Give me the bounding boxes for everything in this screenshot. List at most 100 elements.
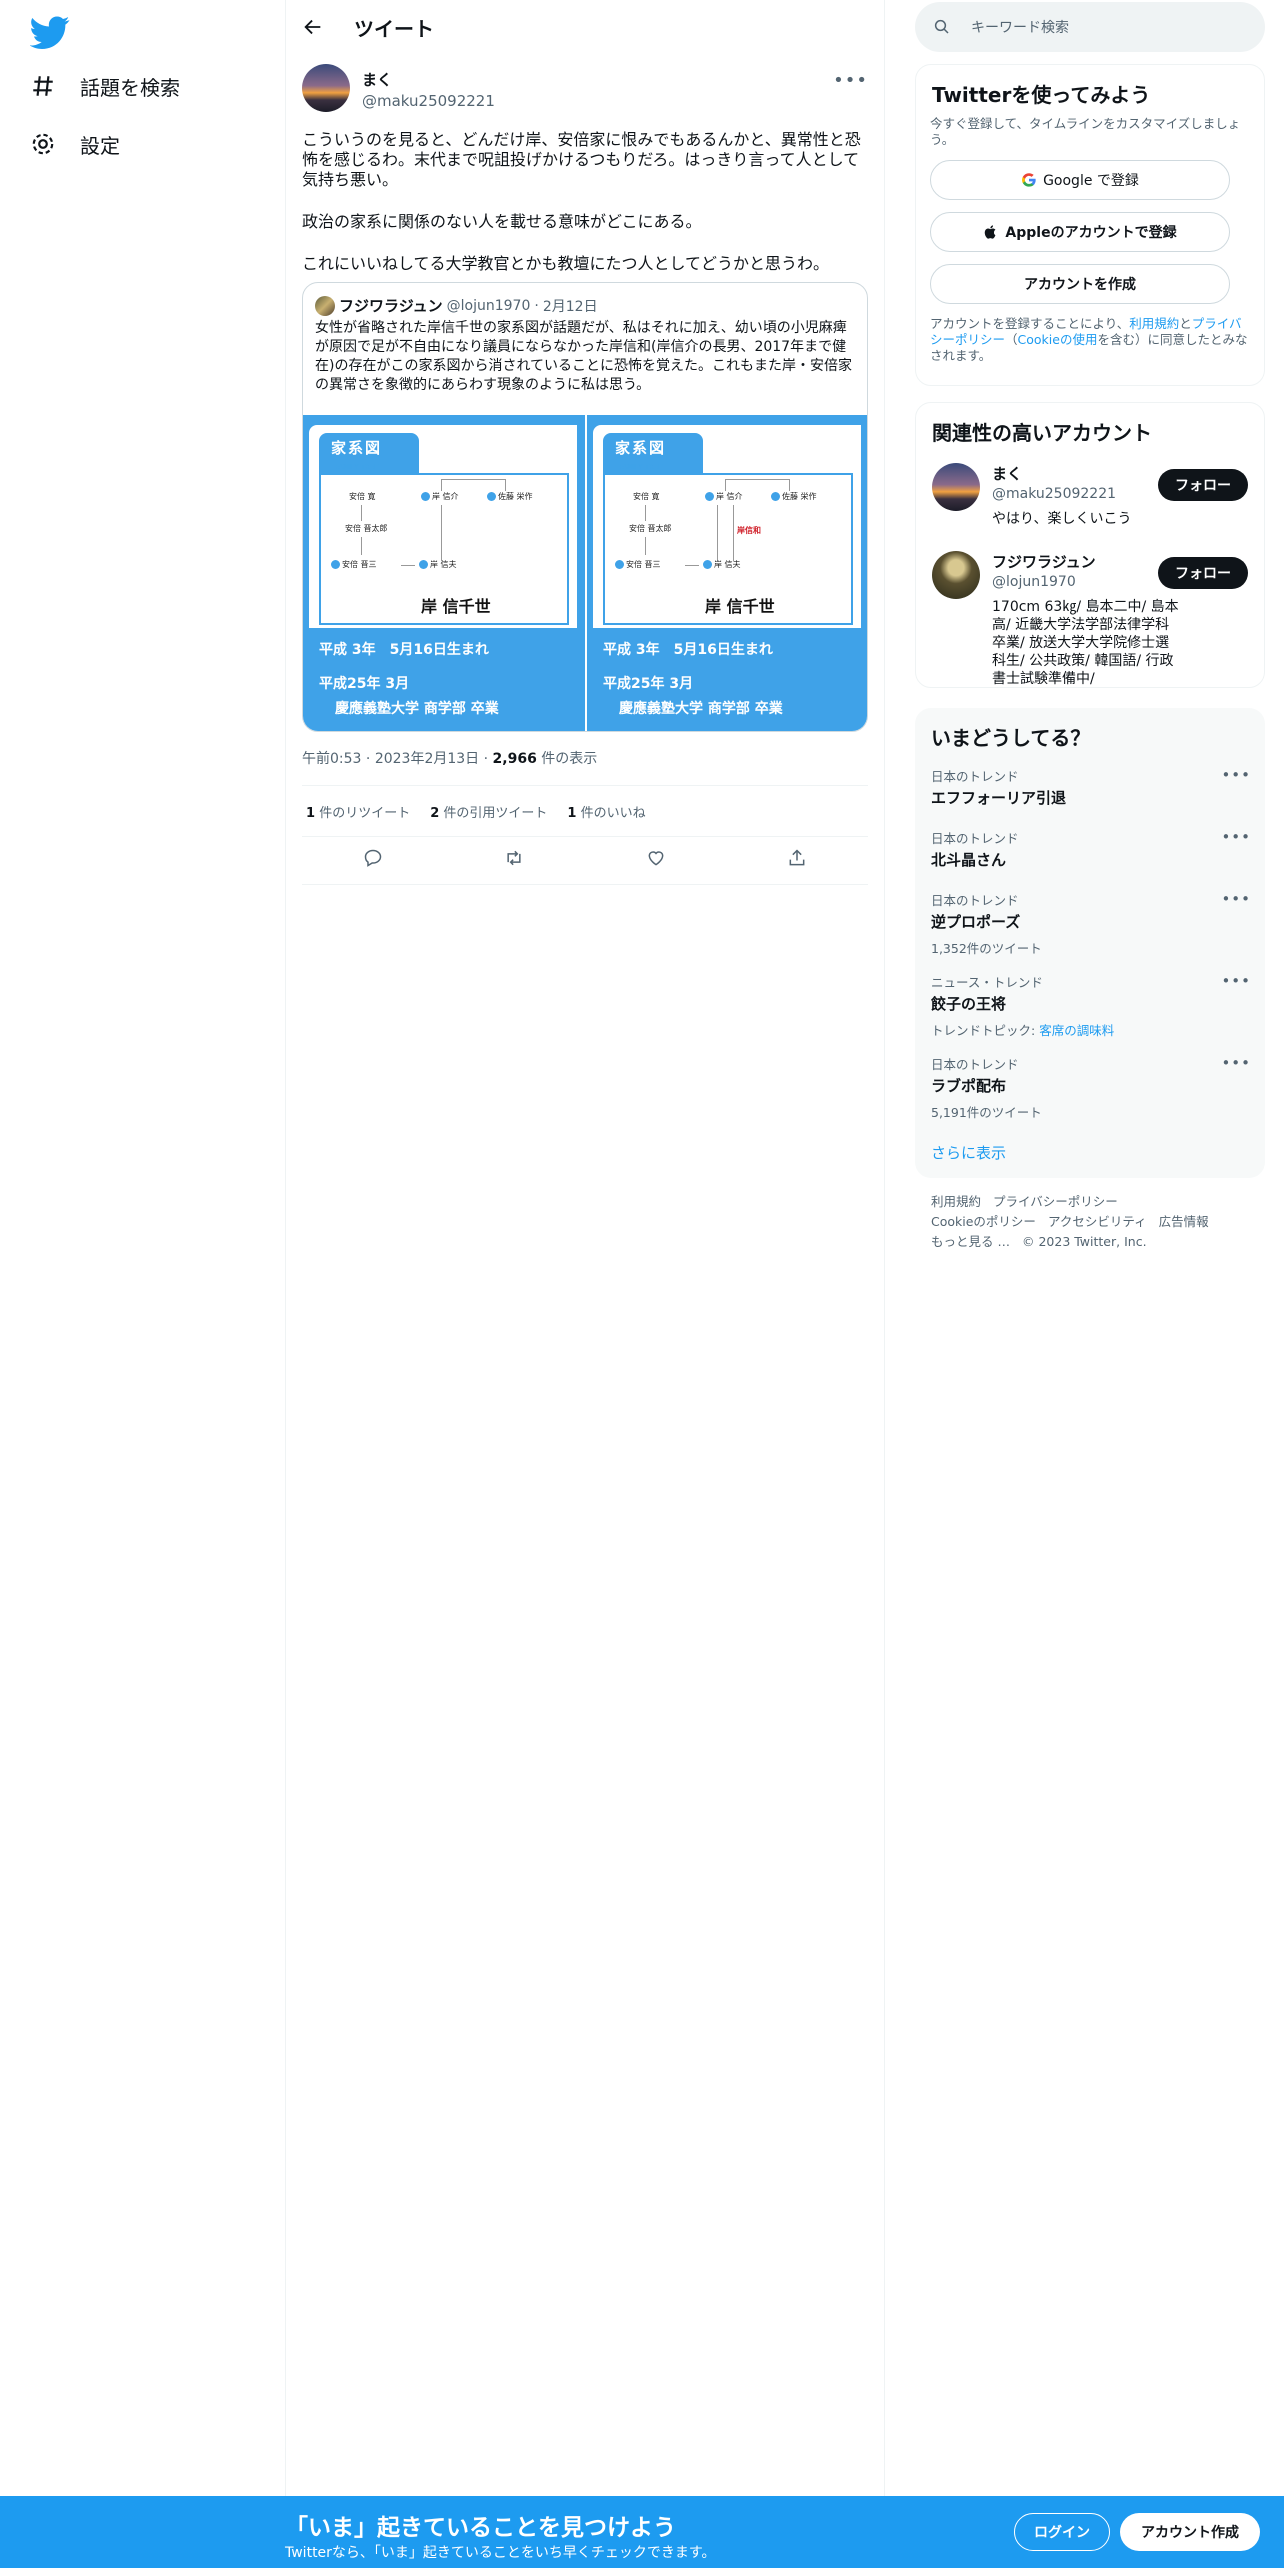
trend-topic-link[interactable]: 客席の調味料 — [1039, 1023, 1114, 1038]
family-member: 安倍 寛 — [349, 492, 376, 501]
avatar — [932, 551, 980, 599]
page-header: ツイート — [286, 0, 884, 54]
signup-subtitle: 今すぐ登録して、タイムラインをカスタマイズしましょう。 — [930, 116, 1241, 147]
more-options-icon[interactable]: ••• — [833, 70, 868, 91]
family-tree-main-name: 岸 信千世 — [421, 597, 491, 616]
family-member: 岸 信介 — [432, 492, 459, 501]
family-tree-title: 家系図 — [331, 439, 383, 457]
tweet-date[interactable]: 2023年2月13日 — [375, 751, 479, 767]
account-bio: やはり、楽しくいこう — [992, 511, 1132, 527]
column-divider-left — [285, 0, 286, 2496]
quote-image-1[interactable]: 家系図 FAMILY TREE 安倍 寛 岸 信介 佐藤 栄作 安倍 晋太郎 安… — [303, 415, 585, 731]
trend-more-icon[interactable]: ••• — [1221, 1054, 1251, 1072]
related-accounts-card: 関連性の高いアカウント まく @maku25092221 やはり、楽しくいこう … — [915, 402, 1265, 688]
signup-legal: アカウントを登録することにより、利用規約とプライバシーポリシー（Cookieの使… — [930, 316, 1248, 363]
search-placeholder: キーワード検索 — [971, 20, 1069, 36]
column-divider-right — [884, 0, 885, 2496]
author-handle[interactable]: @maku25092221 — [362, 92, 495, 110]
create-account-button[interactable]: アカウントを作成 — [930, 264, 1230, 304]
avatar — [315, 295, 335, 316]
related-account[interactable]: フジワラジュン @lojun1970 170cm 63㎏/ 島本二中/ 島本高/… — [932, 551, 1182, 688]
footer-links: 利用規約 プライバシーポリシー Cookieのポリシー アクセシビリティ 広告情報 も… — [931, 1192, 1261, 1252]
show-more-link[interactable]: さらに表示 — [931, 1142, 1006, 1163]
retweet-icon[interactable] — [504, 848, 524, 868]
related-account[interactable]: まく @maku25092221 やはり、楽しくいこう — [932, 463, 1182, 528]
trend-item[interactable]: 日本のトレンド 逆プロポーズ 1,352件のツイート ••• — [931, 890, 1251, 957]
image-caption: 平成25年 3月 — [319, 676, 410, 692]
quote-text: 女性が省略された岸信千世の家系図が話題だが、私はそれに加え、幼い頃の小児麻痺が原… — [315, 320, 853, 393]
tweet-author: まく @maku25092221 — [302, 64, 495, 112]
family-tree: 家系図 FAMILY TREE 安倍 寛 岸 信介 佐藤 栄作 岸信和 安倍 晋… — [593, 425, 861, 628]
nav-explore-label: 話題を検索 — [80, 75, 180, 100]
family-tree-subtitle: FAMILY TREE — [335, 463, 379, 471]
follow-button[interactable]: フォロー — [1158, 557, 1248, 589]
hashtag-icon — [33, 76, 53, 96]
family-tree-main-name: 岸 信千世 — [705, 597, 775, 616]
family-member-highlighted: 岸信和 — [737, 526, 761, 535]
reply-icon[interactable] — [363, 848, 383, 868]
tweet-meta: 午前0:53 · 2023年2月13日 · 2,966 件の表示 — [302, 751, 598, 767]
quote-images: 家系図 FAMILY TREE 安倍 寛 岸 信介 佐藤 栄作 安倍 晋太郎 安… — [303, 415, 867, 731]
nav-explore[interactable]: 話題を検索 — [30, 66, 180, 106]
account-bio: 170cm 63㎏/ 島本二中/ 島本高/ 近畿大学法学部法律学科卒業/ 放送大… — [992, 599, 1179, 687]
retweets-stat[interactable]: 1 件のリツイート — [306, 802, 410, 821]
apple-signup-button[interactable]: Appleのアカウントで登録 — [930, 212, 1230, 252]
login-button[interactable]: ログイン — [1014, 2513, 1110, 2551]
footer-link[interactable]: もっと見る … — [931, 1234, 1010, 1249]
quote-header: フジワラジュン @lojun1970 · 2月12日 — [315, 295, 598, 316]
quote-tweet[interactable]: フジワラジュン @lojun1970 · 2月12日 女性が省略された岸信千世の… — [302, 282, 868, 732]
follow-button[interactable]: フォロー — [1158, 469, 1248, 501]
twitter-logo-icon[interactable] — [30, 12, 70, 52]
quotes-stat[interactable]: 2 件の引用ツイート — [430, 802, 547, 821]
likes-stat[interactable]: 1 件のいいね — [567, 802, 645, 821]
footer-link[interactable]: プライバシーポリシー — [993, 1194, 1118, 1209]
trend-more-icon[interactable]: ••• — [1221, 972, 1251, 990]
cookie-link[interactable]: Cookieの使用 — [1018, 332, 1098, 347]
avatar[interactable] — [302, 64, 350, 112]
nav-settings[interactable]: 設定 — [30, 124, 120, 164]
back-arrow-icon[interactable] — [302, 16, 324, 38]
bottom-signup-bar: 「いま」起きていることを見つけよう Twitterなら、「いま」起きていることを… — [0, 2496, 1284, 2568]
family-member: 安倍 晋太郎 — [345, 524, 388, 533]
gear-icon — [32, 133, 54, 155]
family-member: 安倍 晋太郎 — [629, 524, 672, 533]
share-icon[interactable] — [787, 848, 807, 868]
google-icon — [1022, 173, 1036, 187]
author-name[interactable]: まく — [362, 69, 495, 90]
family-tree-title: 家系図 — [615, 439, 667, 457]
tweet-paragraph: 政治の家系に関係のない人を載せる意味がどこにある。 — [302, 212, 702, 231]
signup-card: Twitterを使ってみよう 今すぐ登録して、タイムラインをカスタマイズしましょ… — [915, 64, 1265, 386]
footer-link[interactable]: Cookieのポリシー — [931, 1214, 1036, 1229]
quote-author-name: フジワラジュン — [339, 297, 443, 315]
google-signup-button[interactable]: Google で登録 — [930, 160, 1230, 200]
tweet-time[interactable]: 午前0:53 — [302, 751, 361, 767]
image-caption: 慶應義塾大学 商学部 卒業 — [335, 701, 499, 717]
trend-more-icon[interactable]: ••• — [1221, 890, 1251, 908]
page-title: ツイート — [354, 16, 434, 41]
bottom-subtitle: Twitterなら、「いま」起きていることをいち早くチェックできます。 — [285, 2545, 716, 2561]
quote-image-2[interactable]: 家系図 FAMILY TREE 安倍 寛 岸 信介 佐藤 栄作 岸信和 安倍 晋… — [587, 415, 867, 731]
main-column: ツイート まく @maku25092221 ••• こういうのを見ると、どんだけ… — [286, 0, 884, 885]
footer-link[interactable]: 広告情報 — [1159, 1214, 1209, 1229]
trend-item[interactable]: ニュース・トレンド 餃子の王将 トレンドトピック: 客席の調味料 ••• — [931, 972, 1251, 1039]
signup-title: Twitterを使ってみよう — [932, 83, 1151, 107]
trend-more-icon[interactable]: ••• — [1221, 828, 1251, 846]
footer-link[interactable]: 利用規約 — [931, 1194, 981, 1209]
family-member: 安倍 晋三 — [626, 560, 661, 569]
left-sidebar: 話題を検索 設定 — [0, 0, 285, 2568]
account-handle: @lojun1970 — [992, 574, 1076, 590]
tweet-text: こういうのを見ると、どんだけ岸、安倍家に恨みでもあるんかと、異常性と恐怖を感じる… — [302, 130, 868, 296]
trend-item[interactable]: 日本のトレンド ラブポ配布 5,191件のツイート ••• — [931, 1054, 1251, 1121]
trend-item[interactable]: 日本のトレンド エフフォーリア引退 ••• — [931, 766, 1251, 808]
tweet-actions — [302, 848, 868, 878]
search-input[interactable]: キーワード検索 — [915, 2, 1265, 52]
signup-button[interactable]: アカウント作成 — [1120, 2513, 1260, 2551]
like-icon[interactable] — [646, 848, 666, 868]
account-name: まく — [992, 465, 1023, 483]
terms-link[interactable]: 利用規約 — [1129, 316, 1179, 331]
family-member: 安倍 晋三 — [342, 560, 377, 569]
footer-link[interactable]: アクセシビリティ — [1048, 1214, 1147, 1229]
trend-item[interactable]: 日本のトレンド 北斗晶さん ••• — [931, 828, 1251, 870]
family-member: 岸 信介 — [716, 492, 743, 501]
trend-more-icon[interactable]: ••• — [1221, 766, 1251, 784]
